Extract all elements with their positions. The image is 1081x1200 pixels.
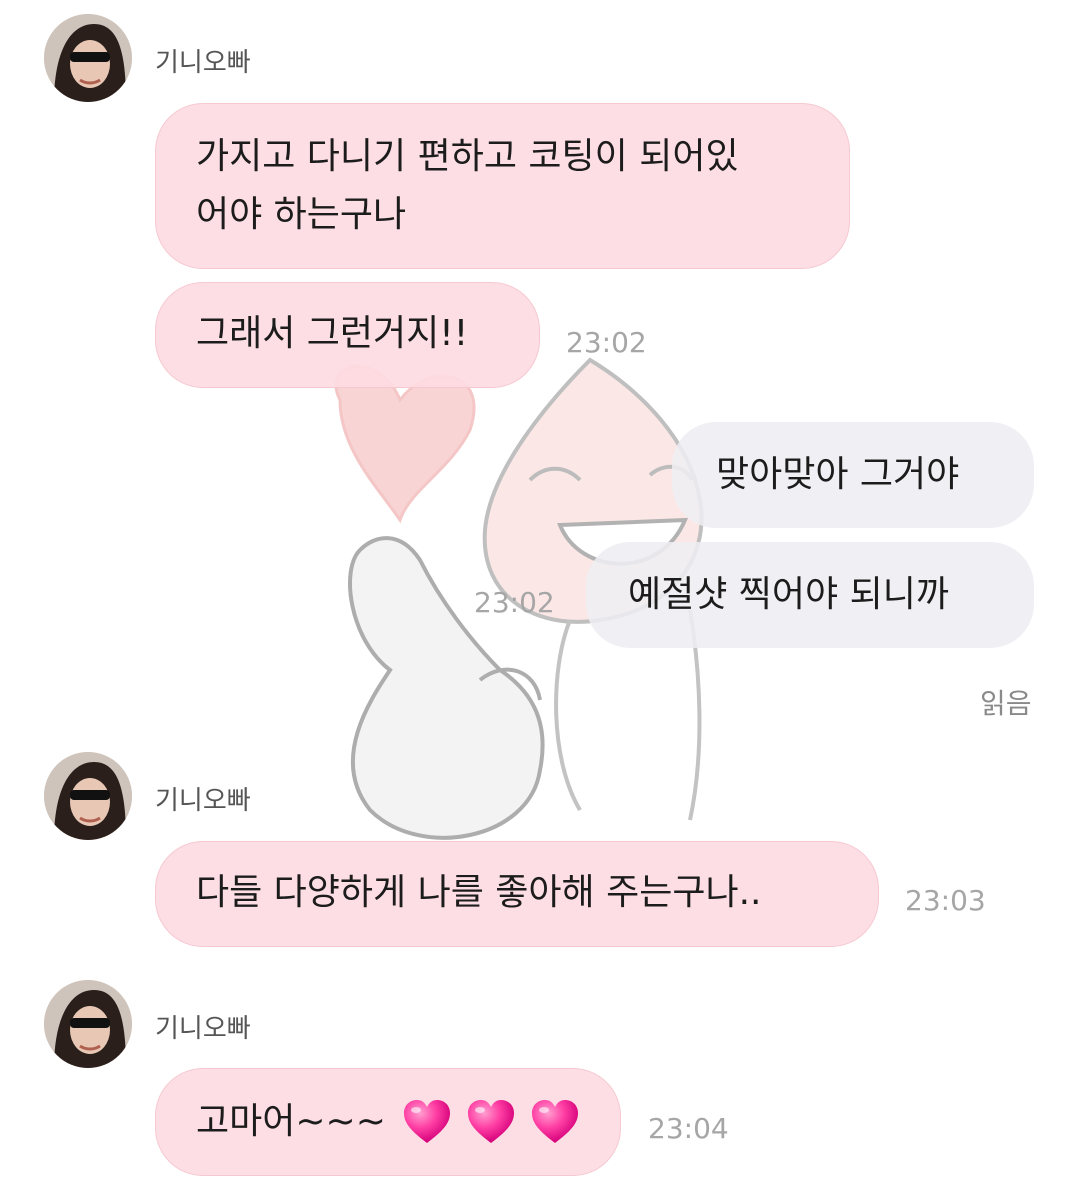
message-bubble[interactable]: 다들 다양하게 나를 좋아해 주는구나.. (155, 841, 879, 947)
avatar[interactable] (44, 752, 132, 840)
message-text: 맞아맞아 그거야 (716, 454, 960, 495)
message-text: 어야 하는구나 (196, 194, 407, 235)
message-bubble[interactable]: 그래서 그런거지!! (155, 282, 540, 388)
message-text: 예절샷 찍어야 되니까 (628, 574, 949, 615)
message-bubble[interactable]: 맞아맞아 그거야 (672, 422, 1034, 528)
message-bubble[interactable]: 가지고 다니기 편하고 코팅이 되어있 어야 하는구나 (155, 103, 850, 269)
timestamp: 23:03 (905, 884, 986, 917)
message-text: 다들 다양하게 나를 좋아해 주는구나.. (196, 872, 762, 913)
avatar[interactable] (44, 14, 132, 102)
timestamp: 23:02 (474, 586, 555, 619)
heart-icon (468, 1100, 515, 1143)
sender-name: 기니오빠 (155, 786, 251, 816)
message-bubble[interactable]: 고마어~~~ (155, 1068, 621, 1176)
message-text: 고마어~~~ (196, 1101, 386, 1142)
profile-photo-icon (44, 14, 132, 102)
heart-icon (404, 1100, 451, 1143)
message-bubble[interactable]: 예절샷 찍어야 되니까 (586, 542, 1034, 648)
heart-icon (532, 1100, 579, 1143)
read-receipt: 읽음 (980, 687, 1032, 720)
avatar[interactable] (44, 980, 132, 1068)
message-text: 그래서 그런거지!! (196, 313, 469, 354)
sender-name: 기니오빠 (155, 48, 251, 78)
profile-photo-icon (44, 980, 132, 1068)
sender-name: 기니오빠 (155, 1014, 251, 1044)
timestamp: 23:04 (648, 1112, 729, 1145)
message-text: 가지고 다니기 편하고 코팅이 되어있 (196, 136, 739, 177)
timestamp: 23:02 (566, 326, 647, 359)
profile-photo-icon (44, 752, 132, 840)
